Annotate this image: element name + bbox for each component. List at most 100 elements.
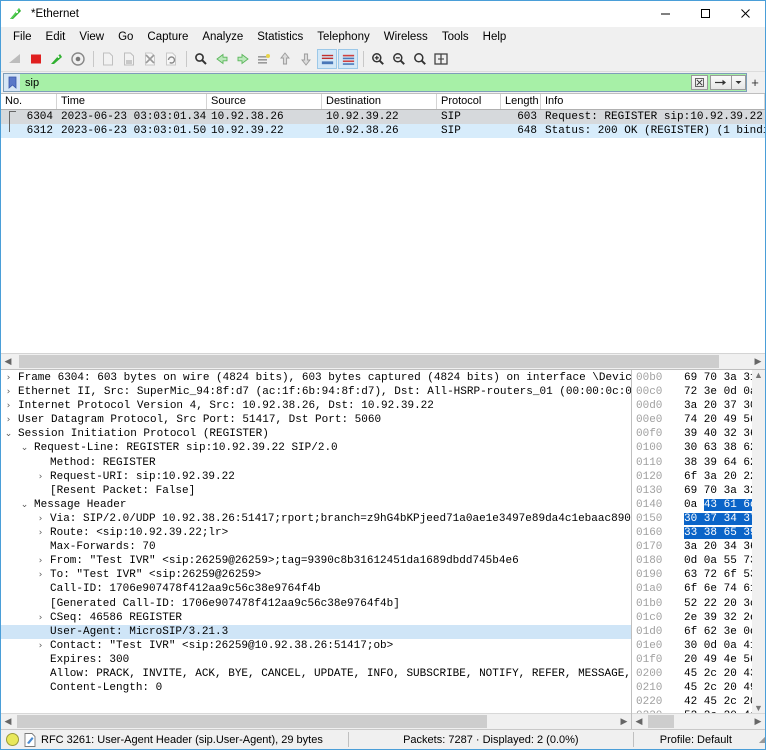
packet-list-body[interactable]: 6304 2023-06-23 03:03:01.341352 10.92.38… [1,110,765,353]
hex-dump-row[interactable]: 0180 0d 0a 55 73 6 [632,554,752,568]
hex-dump-row[interactable]: 01d0 6f 62 3e 0d 0 [632,625,752,639]
status-profile[interactable]: Profile: Default [636,731,756,748]
scroll-up-icon[interactable]: ▲ [754,370,763,380]
scroll-down-icon[interactable]: ▼ [754,703,763,713]
go-last-packet-icon[interactable] [296,49,316,69]
chevron-right-icon[interactable]: › [35,554,46,568]
find-packet-icon[interactable] [191,49,211,69]
hex-dump-row[interactable]: 0190 63 72 6f 53 4 [632,568,752,582]
apply-filter-button[interactable] [710,75,732,90]
hex-dump-row[interactable]: 0170 3a 20 34 36 3 [632,540,752,554]
chevron-right-icon[interactable]: › [35,639,46,653]
packet-list-hscrollbar[interactable]: ◀ ▶ [1,353,765,369]
colorize-packets-icon[interactable] [338,49,358,69]
hex-dump-row[interactable]: 0100 30 63 38 62 3 [632,441,752,455]
hex-dump-row[interactable]: 0140 0a 43 61 6c 6 [632,498,752,512]
hex-dump-row[interactable]: 0120 6f 3a 20 22 5 [632,470,752,484]
scroll-track[interactable] [15,355,751,368]
detail-tree-row[interactable]: ⌄ Request-Line: REGISTER sip:10.92.39.22 … [1,441,631,455]
hex-dump-row[interactable]: 0150 30 37 34 37 3 [632,512,752,526]
scroll-left-icon[interactable]: ◀ [1,714,15,729]
filter-text-value[interactable]: sip [21,77,691,89]
open-file-icon[interactable] [98,49,118,69]
menu-file[interactable]: File [6,28,39,47]
column-header-protocol[interactable]: Protocol [437,94,501,109]
hex-dump-row[interactable]: 00c0 72 3e 0d 0a 4 [632,385,752,399]
reload-file-icon[interactable] [161,49,181,69]
detail-tree-row[interactable]: › Ethernet II, Src: SuperMic_94:8f:d7 (ac… [1,385,631,399]
column-header-info[interactable]: Info [541,94,765,109]
scroll-track[interactable] [646,715,751,728]
menu-analyze[interactable]: Analyze [195,28,250,47]
detail-tree-row[interactable]: [Generated Call-ID: 1706e907478f412aa9c5… [1,597,631,611]
start-capture-icon[interactable] [5,49,25,69]
scroll-thumb[interactable] [19,355,719,368]
detail-tree-row[interactable]: Call-ID: 1706e907478f412aa9c56c38e9764f4… [1,582,631,596]
add-filter-button-button[interactable]: + [747,72,763,93]
detail-tree-row[interactable]: › Contact: "Test IVR" <sip:26259@10.92.38… [1,639,631,653]
go-back-icon[interactable] [212,49,232,69]
scroll-left-icon[interactable]: ◀ [1,354,15,369]
hex-dump-row[interactable]: 00f0 39 40 32 36 3 [632,427,752,441]
detail-tree-row[interactable]: Max-Forwards: 70 [1,540,631,554]
detail-tree-row[interactable]: ⌄ Session Initiation Protocol (REGISTER) [1,427,631,441]
hex-hscrollbar[interactable]: ◀ ▶ [632,713,765,729]
hex-dump-row[interactable]: 0110 38 39 64 62 6 [632,456,752,470]
scroll-thumb[interactable] [648,715,674,728]
detail-tree-row[interactable]: ⌄ Message Header [1,498,631,512]
hex-dump-row[interactable]: 00e0 74 20 49 56 5 [632,413,752,427]
detail-tree-row[interactable]: › CSeq: 46586 REGISTER [1,611,631,625]
maximize-button[interactable] [685,1,725,26]
detail-tree-row[interactable]: › Request-URI: sip:10.92.39.22 [1,470,631,484]
zoom-out-icon[interactable] [389,49,409,69]
hex-dump-row[interactable]: 0200 45 2c 20 43 4 [632,667,752,681]
resize-grip-icon[interactable]: ◢ [759,735,765,744]
table-row[interactable]: 6304 2023-06-23 03:03:01.341352 10.92.38… [1,110,765,124]
chevron-right-icon[interactable]: › [35,526,46,540]
detail-tree-row[interactable]: Content-Length: 0 [1,681,631,695]
expert-info-icon[interactable] [6,733,19,746]
detail-tree-row[interactable]: Allow: PRACK, INVITE, ACK, BYE, CANCEL, … [1,667,631,681]
scroll-left-icon[interactable]: ◀ [632,714,646,729]
restart-capture-icon[interactable] [47,49,67,69]
chevron-right-icon[interactable]: › [3,371,14,385]
detail-tree-row[interactable]: Method: REGISTER [1,456,631,470]
menu-statistics[interactable]: Statistics [250,28,310,47]
detail-tree-row[interactable]: › Via: SIP/2.0/UDP 10.92.38.26:51417;rpor… [1,512,631,526]
hex-vscrollbar[interactable]: ▲ ▼ [752,370,765,713]
hex-dump-row[interactable]: 01e0 30 0d 0a 41 6 [632,639,752,653]
zoom-in-icon[interactable] [368,49,388,69]
chevron-right-icon[interactable]: › [35,470,46,484]
hex-dump-row[interactable]: 01b0 52 22 20 3c 7 [632,597,752,611]
chevron-right-icon[interactable]: › [35,568,46,582]
go-forward-icon[interactable] [233,49,253,69]
close-file-icon[interactable] [140,49,160,69]
detail-tree-row[interactable]: › Frame 6304: 603 bytes on wire (4824 bit… [1,371,631,385]
zoom-reset-icon[interactable] [410,49,430,69]
hex-dump-row[interactable]: 0230 52 2c 20 4d 4 [632,709,752,713]
hex-dump-row[interactable]: 01a0 6f 6e 74 61 6 [632,582,752,596]
detail-tree-row[interactable]: [Resent Packet: False] [1,484,631,498]
chevron-right-icon[interactable]: › [3,413,14,427]
column-header-length[interactable]: Length [501,94,541,109]
detail-tree-row[interactable]: User-Agent: MicroSIP/3.21.3 [1,624,631,639]
menu-wireless[interactable]: Wireless [377,28,435,47]
close-button[interactable] [725,1,765,26]
scroll-thumb[interactable] [17,715,487,728]
scroll-right-icon[interactable]: ▶ [751,714,765,729]
filter-history-dropdown[interactable] [732,75,746,90]
chevron-right-icon[interactable]: › [3,399,14,413]
bookmark-icon[interactable] [4,74,20,91]
chevron-right-icon[interactable]: › [3,385,14,399]
hex-dump-row[interactable]: 0220 42 45 2c 20 4 [632,695,752,709]
menu-edit[interactable]: Edit [39,28,73,47]
go-first-packet-icon[interactable] [275,49,295,69]
chevron-down-icon[interactable]: ⌄ [19,498,30,512]
hex-dump-row[interactable]: 00d0 3a 20 37 30 0 [632,399,752,413]
save-file-icon[interactable] [119,49,139,69]
chevron-down-icon[interactable]: ⌄ [19,441,30,455]
minimize-button[interactable] [645,1,685,26]
menu-capture[interactable]: Capture [140,28,195,47]
hex-dump-row[interactable]: 0210 45 2c 20 49 4 [632,681,752,695]
detail-tree-row[interactable]: › User Datagram Protocol, Src Port: 51417… [1,413,631,427]
